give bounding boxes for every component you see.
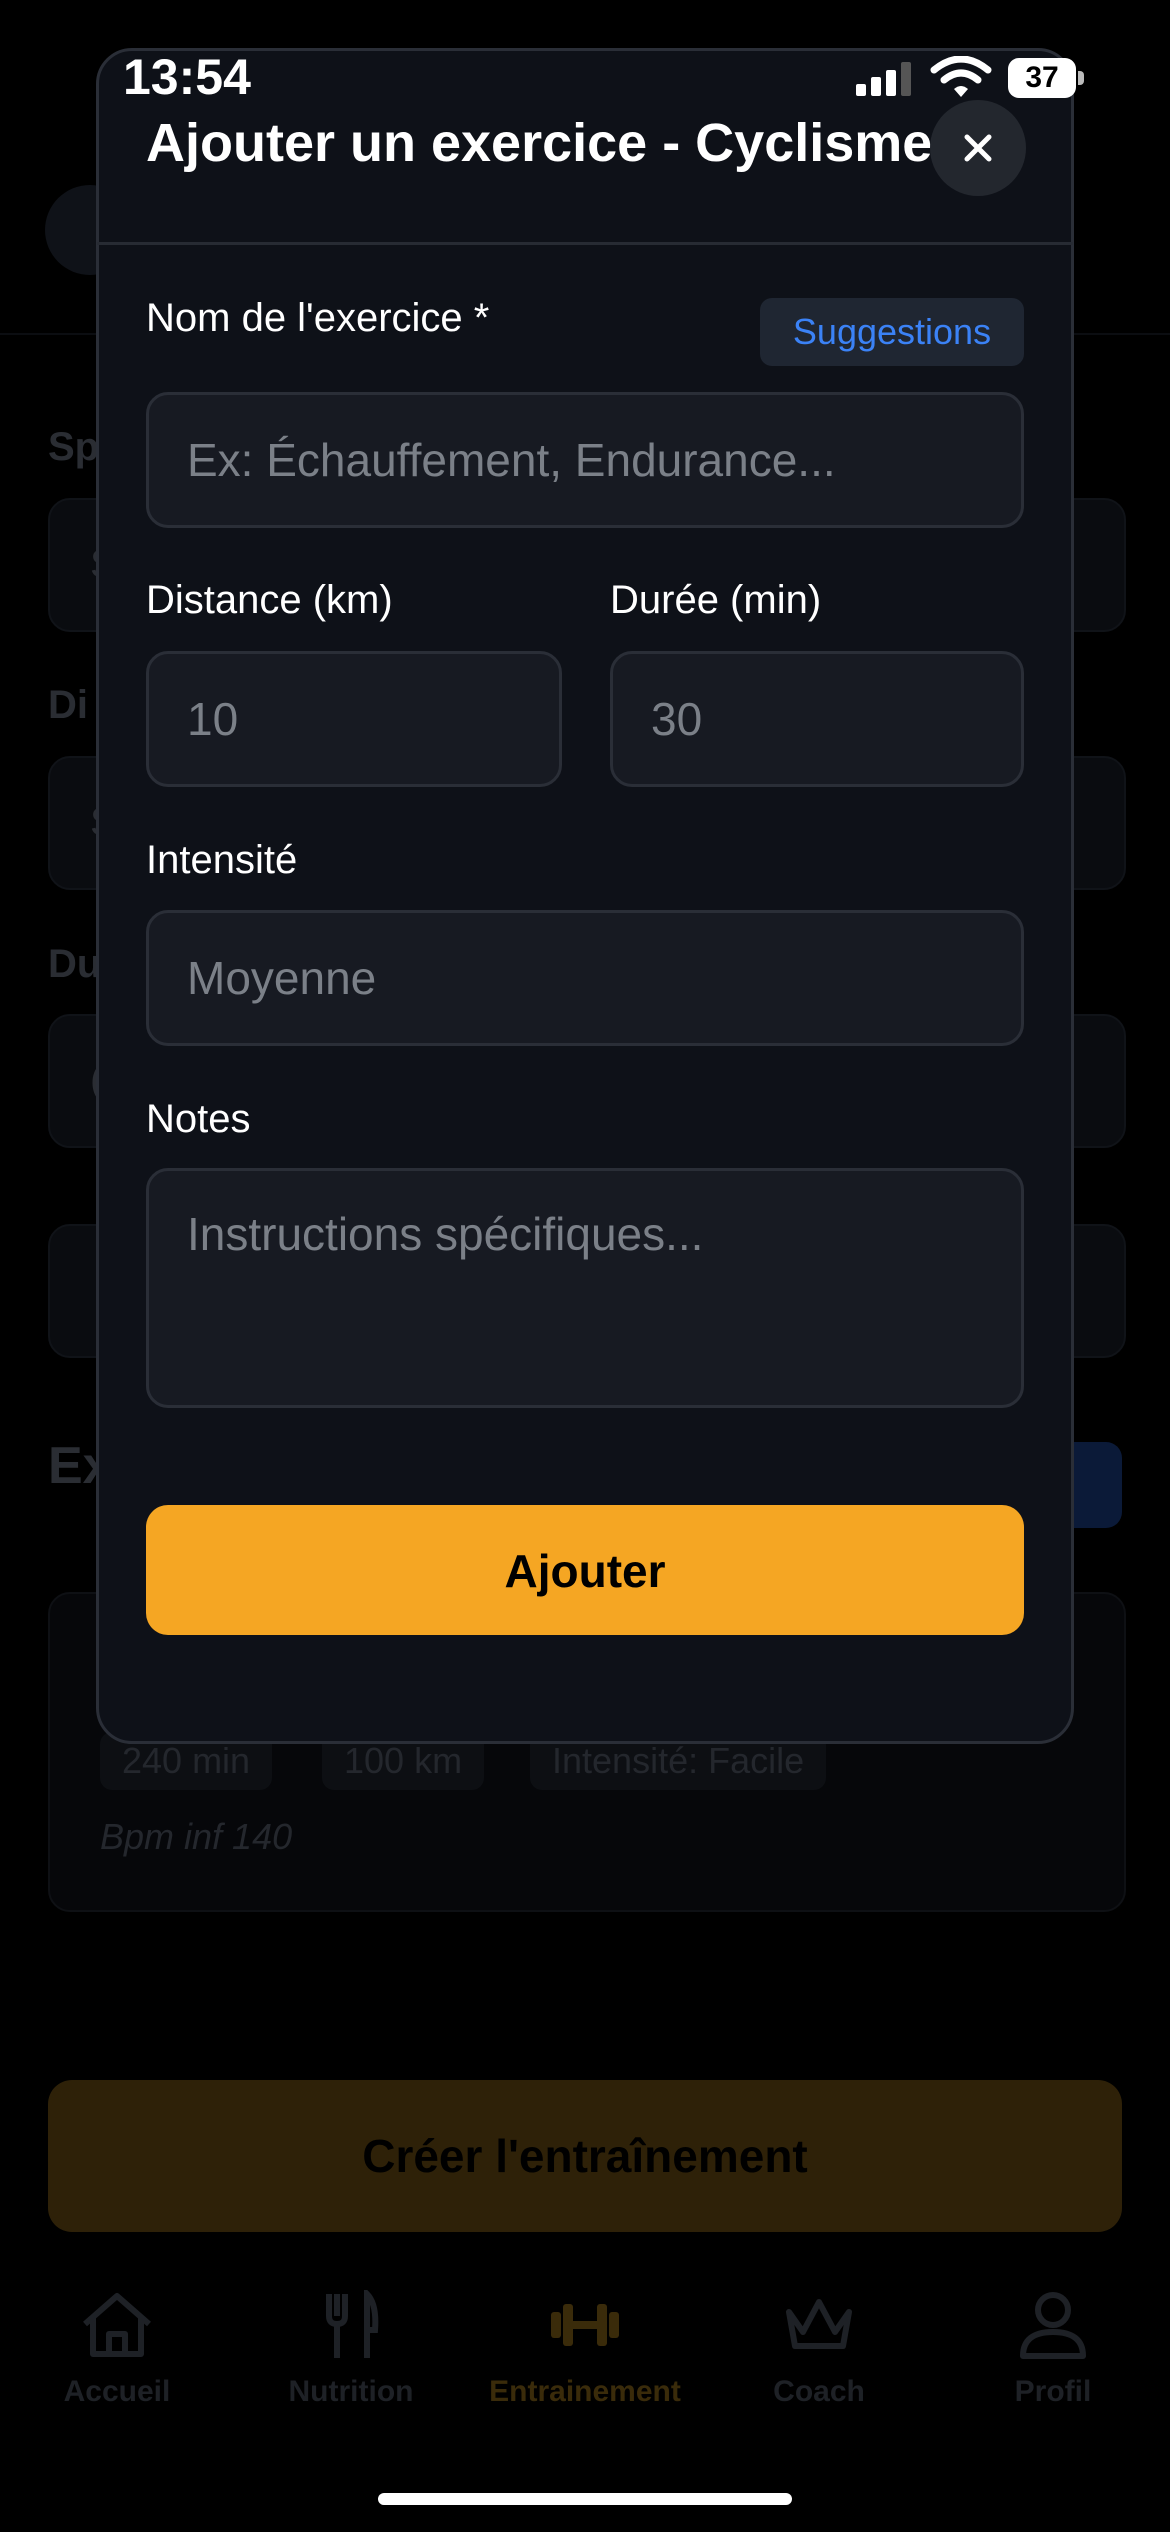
intensity-label: Intensité xyxy=(146,838,298,882)
home-icon xyxy=(83,2293,151,2357)
exercise-name-input[interactable] xyxy=(146,392,1024,528)
add-button[interactable]: Ajouter xyxy=(146,1505,1024,1635)
notes-textarea[interactable] xyxy=(146,1168,1024,1408)
tab-accueil[interactable]: Accueil xyxy=(0,2290,234,2409)
bg-difficulty-label: Di xyxy=(48,683,88,727)
tab-nutrition[interactable]: Nutrition xyxy=(234,2286,468,2409)
crown-icon xyxy=(786,2299,852,2349)
battery-icon: 37 xyxy=(1008,58,1086,98)
bg-exercise-note: Bpm inf 140 xyxy=(100,1816,293,1857)
tab-entrainement[interactable]: Entrainement xyxy=(468,2290,702,2409)
battery-level: 37 xyxy=(1008,58,1076,98)
fork-knife-icon xyxy=(326,2286,379,2358)
close-icon xyxy=(964,134,992,162)
create-workout-button[interactable]: Créer l'entraînement xyxy=(48,2080,1122,2232)
distance-label: Distance (km) xyxy=(146,578,393,622)
dumbbell-icon xyxy=(551,2304,619,2346)
notes-label: Notes xyxy=(146,1097,251,1141)
tab-coach[interactable]: Coach xyxy=(702,2290,936,2409)
exercise-name-label: Nom de l'exercice * xyxy=(146,296,490,340)
status-time: 13:54 xyxy=(123,49,251,105)
bg-sport-label: Sp xyxy=(48,425,100,469)
user-icon xyxy=(1020,2292,1086,2359)
signal-icon xyxy=(856,62,911,96)
duration-label: Durée (min) xyxy=(610,578,822,622)
close-button[interactable] xyxy=(930,100,1026,196)
suggestions-button[interactable]: Suggestions xyxy=(760,298,1024,366)
bg-duration-label: Du xyxy=(48,942,102,986)
modal-title: Ajouter un exercice - Cyclisme xyxy=(146,113,933,173)
distance-input[interactable] xyxy=(146,651,562,787)
duration-input[interactable] xyxy=(610,651,1024,787)
home-indicator xyxy=(378,2493,792,2505)
tab-profil[interactable]: Profil xyxy=(936,2290,1170,2409)
intensity-input[interactable] xyxy=(146,910,1024,1046)
modal-divider xyxy=(97,242,1073,245)
wifi-icon xyxy=(930,56,992,97)
